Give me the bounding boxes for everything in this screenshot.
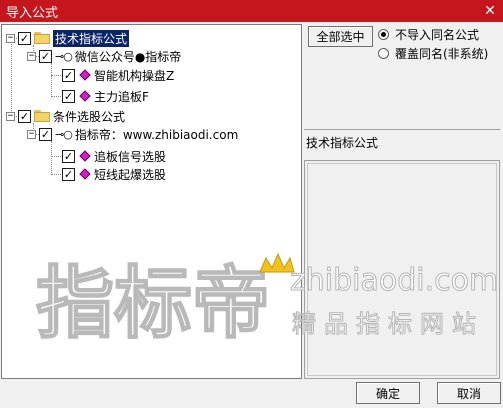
formula-tree[interactable]: − ✓ 技术指标公式 − ✓ ⊸○ 微信公众号●指标帝 ✓ 智能机构操盘Z ✓ …: [1, 24, 302, 379]
group-label[interactable]: 条件选股公式: [53, 108, 125, 125]
tree-formula-item[interactable]: ✓ 智能机构操盘Z: [62, 66, 174, 84]
tree-group-technical[interactable]: − ✓ 技术指标公式: [6, 29, 130, 47]
window-title: 导入公式: [6, 5, 59, 21]
tree-author-node[interactable]: − ✓ ⊸○ 微信公众号●指标帝: [27, 47, 181, 65]
collapse-icon[interactable]: −: [6, 33, 15, 43]
formula-diamond-icon: [79, 168, 91, 180]
key-icon: ⊸○: [55, 49, 73, 63]
group-checkbox[interactable]: ✓: [18, 109, 31, 123]
formula-checkbox[interactable]: ✓: [62, 68, 75, 82]
formula-label[interactable]: 短线起爆选股: [94, 166, 166, 183]
key-icon: ⊸○: [55, 127, 73, 141]
formula-checkbox[interactable]: ✓: [62, 167, 75, 181]
tree-connector: [51, 63, 52, 97]
radio-label: 覆盖同名(非系统): [395, 47, 489, 61]
formula-diamond-icon: [79, 150, 91, 162]
author-checkbox[interactable]: ✓: [39, 127, 52, 141]
collapse-icon[interactable]: −: [27, 129, 36, 139]
close-icon[interactable]: ✕: [481, 3, 499, 19]
tree-connector: [51, 141, 52, 175]
description-inner: [307, 163, 497, 376]
formula-checkbox[interactable]: ✓: [62, 89, 75, 103]
formula-label[interactable]: 智能机构操盘Z: [94, 67, 174, 84]
info-header-text: 技术指标公式: [306, 136, 379, 150]
group-label[interactable]: 技术指标公式: [53, 29, 130, 47]
tree-author-node[interactable]: − ✓ ⊸○ 指标帝：www.zhibiaodi.com: [27, 125, 238, 143]
cancel-button[interactable]: 取消: [437, 382, 501, 404]
radio-label: 不导入同名公式: [395, 28, 480, 42]
tree-formula-item[interactable]: ✓ 追板信号选股: [62, 147, 166, 165]
author-label[interactable]: 指标帝：www.zhibiaodi.com: [75, 126, 238, 143]
tree-formula-item[interactable]: ✓ 主力追板F: [62, 87, 149, 105]
radio-skip-duplicates[interactable]: 不导入同名公式: [378, 26, 479, 43]
folder-icon: [34, 32, 50, 44]
formula-diamond-icon: [79, 69, 91, 81]
info-header: 技术指标公式: [304, 129, 500, 159]
title-bar: 导入公式 ✕: [0, 0, 503, 22]
formula-checkbox[interactable]: ✓: [62, 149, 75, 163]
radio-unchecked-icon[interactable]: [378, 48, 389, 59]
tree-formula-item[interactable]: ✓ 短线起爆选股: [62, 165, 166, 183]
tree-group-screening[interactable]: − ✓ 条件选股公式: [6, 107, 125, 125]
radio-overwrite[interactable]: 覆盖同名(非系统): [378, 45, 488, 62]
formula-label[interactable]: 追板信号选股: [94, 148, 166, 165]
select-all-button[interactable]: 全部选中: [308, 26, 373, 47]
tree-connector: [11, 39, 12, 117]
formula-label[interactable]: 主力追板F: [94, 88, 149, 105]
author-label[interactable]: 微信公众号●指标帝: [75, 48, 181, 65]
ok-button[interactable]: 确定: [356, 382, 420, 404]
radio-checked-icon[interactable]: [378, 29, 389, 40]
collapse-icon[interactable]: −: [6, 111, 15, 121]
group-checkbox[interactable]: ✓: [18, 31, 31, 45]
folder-icon: [34, 110, 50, 122]
author-checkbox[interactable]: ✓: [39, 49, 52, 63]
collapse-icon[interactable]: −: [27, 51, 36, 61]
formula-description-box: [304, 160, 500, 379]
formula-diamond-icon: [79, 90, 91, 102]
